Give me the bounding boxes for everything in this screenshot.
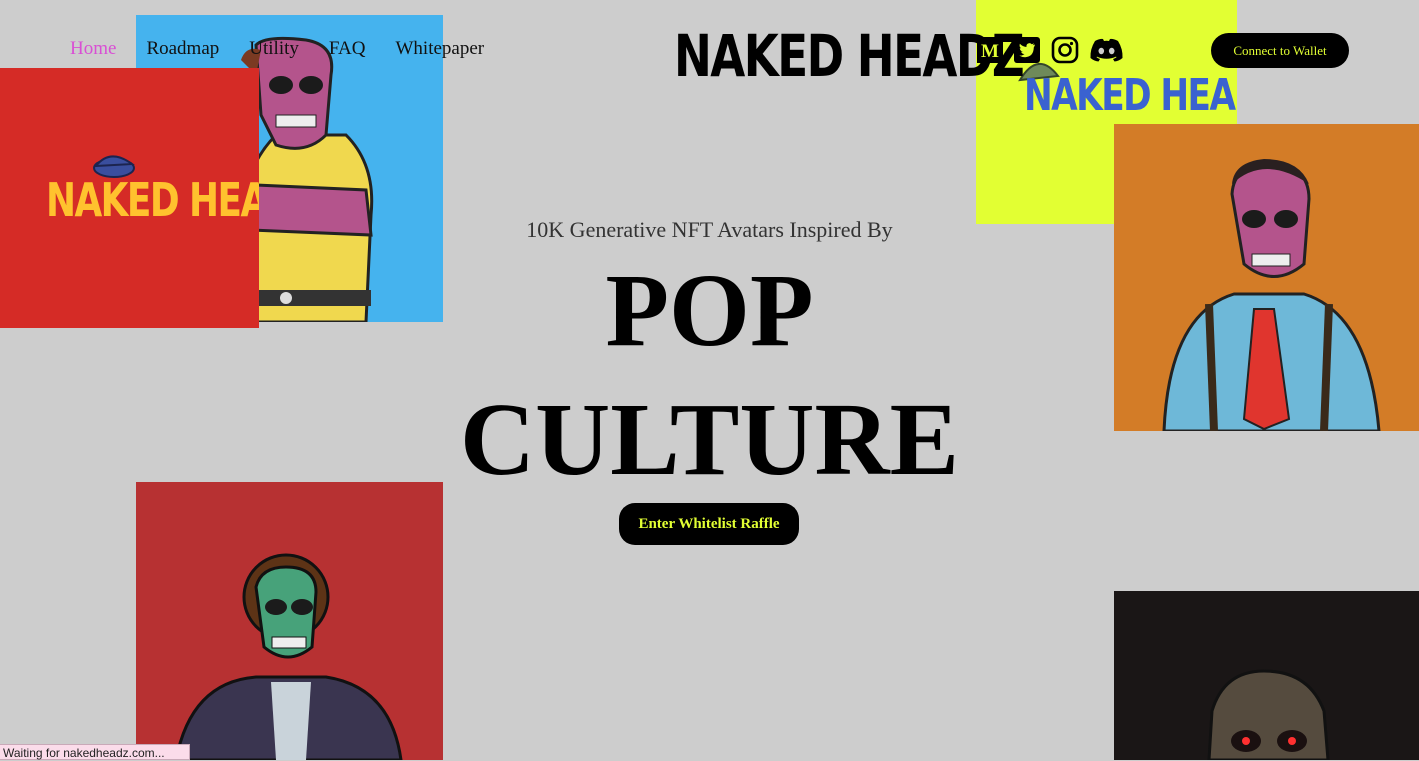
main-nav: Home Roadmap Utility FAQ Whitepaper [70,38,484,60]
medium-icon[interactable]: M [976,36,1004,64]
skeleton-curly-hair-art [174,553,403,760]
nav-whitepaper[interactable]: Whitepaper [396,38,485,60]
brand-logo[interactable]: NAKED HEADZ [674,22,1025,90]
nav-roadmap[interactable]: Roadmap [146,38,219,60]
nft-card-black [1114,591,1419,760]
nav-faq[interactable]: FAQ [329,38,366,60]
nav-utility[interactable]: Utility [249,38,299,60]
hero-title-line2: CULTURE [460,382,959,497]
discord-icon[interactable] [1088,36,1125,64]
hero-title-line1: POP [605,253,814,368]
card-logo-text: NAKED HEADZ [1024,70,1237,121]
nft-card-crimson [136,482,443,760]
twitter-icon[interactable] [1013,36,1041,64]
skull-red-eyes-art [1207,669,1330,760]
hero-subtitle: 10K Generative NFT Avatars Inspired By [526,217,893,242]
browser-status-bar: Waiting for nakedheadz.com... [0,744,190,760]
instagram-icon[interactable] [1051,36,1079,64]
connect-wallet-button[interactable]: Connect to Wallet [1211,33,1349,68]
nav-home[interactable]: Home [70,38,116,60]
svg-text:M: M [981,41,999,62]
enter-whitelist-raffle-button[interactable]: Enter Whitelist Raffle [619,503,799,545]
